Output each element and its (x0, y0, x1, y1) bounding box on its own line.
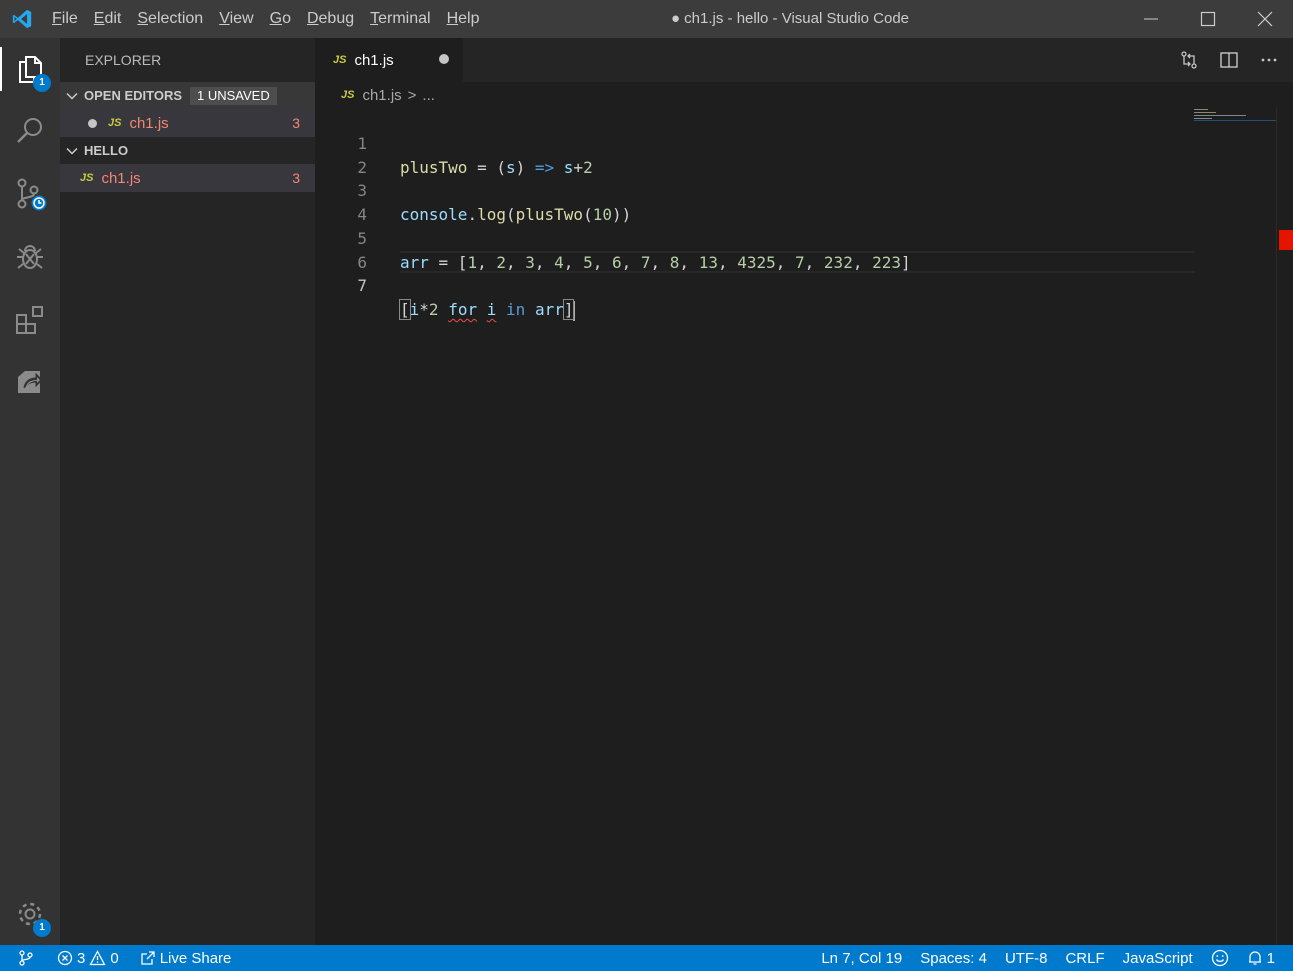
title-bar: File Edit Selection View Go Debug Termin… (0, 0, 1293, 38)
explorer-activity[interactable]: 1 (0, 43, 60, 95)
live-share-label: Live Share (159, 949, 232, 967)
notification-count: 1 (1266, 949, 1275, 967)
smiley-icon (1211, 949, 1228, 967)
menu-bar: File Edit Selection View Go Debug Termin… (44, 0, 488, 38)
unsaved-dot-icon[interactable] (439, 54, 449, 64)
unsaved-dot-icon (88, 118, 97, 128)
eol-status[interactable]: CRLF (1056, 945, 1113, 971)
breadcrumb-separator: > (407, 86, 417, 104)
minimize-button[interactable] (1122, 0, 1179, 38)
window-title: ● ch1.js - hello - Visual Studio Code (670, 10, 910, 27)
line-number: 7 (357, 276, 367, 295)
breadcrumb: JS ch1.js > ... (315, 82, 1293, 108)
code-line: 6 (315, 227, 1195, 272)
error-icon (57, 950, 73, 966)
breadcrumb-symbols[interactable]: ... (422, 87, 435, 104)
code-line: 1 plusTwo = (s) => s+2 (315, 108, 1195, 177)
vscode-logo-icon (0, 0, 44, 38)
menu-terminal[interactable]: Terminal (362, 0, 438, 38)
js-file-icon: JS (108, 117, 122, 129)
debug-activity[interactable] (0, 231, 60, 283)
split-editor-icon[interactable] (1219, 50, 1239, 70)
menu-go[interactable]: Go (262, 0, 299, 38)
sidebar-title: EXPLORER (85, 52, 162, 68)
minimap[interactable] (1194, 108, 1276, 128)
js-file-icon: JS (80, 172, 94, 184)
warning-count: 0 (110, 949, 119, 967)
source-control-icon (17, 178, 47, 211)
activity-bar: 1 1 (0, 38, 60, 945)
branch-icon (19, 950, 33, 966)
code-line: 7 [i*2 for i in arr] (315, 250, 1195, 321)
manage-activity[interactable]: 1 (0, 888, 60, 940)
js-file-icon: JS (341, 89, 355, 101)
code-line: 3 console.log(plusTwo(10)) (315, 155, 1195, 224)
chevron-down-icon (60, 90, 84, 102)
warning-icon (89, 950, 106, 966)
code-line: 4 (315, 179, 1195, 224)
menu-file[interactable]: File (44, 0, 86, 38)
js-file-icon: JS (333, 54, 347, 66)
more-actions-icon[interactable] (1259, 50, 1279, 70)
editor-actions (1179, 38, 1279, 82)
cursor-position[interactable]: Ln 7, Col 19 (812, 945, 911, 971)
open-editor-filename: ch1.js (129, 114, 169, 132)
language-mode[interactable]: JavaScript (1114, 945, 1202, 971)
maximize-button[interactable] (1179, 0, 1236, 38)
menu-help[interactable]: Help (439, 0, 488, 38)
explorer-badge: 1 (33, 74, 51, 92)
live-share-icon (18, 371, 43, 393)
indentation-status[interactable]: Spaces: 4 (911, 945, 996, 971)
explorer-sidebar: EXPLORER OPEN EDITORS 1 UNSAVED JS ch1.j… (60, 38, 315, 945)
folder-file-item[interactable]: JS ch1.js 3 (60, 164, 315, 192)
open-editors-label: OPEN EDITORS (84, 88, 183, 103)
tab-ch1-js[interactable]: JS ch1.js (315, 38, 463, 82)
breadcrumb-file[interactable]: ch1.js (362, 87, 401, 104)
settings-badge: 1 (33, 919, 51, 937)
live-share-status[interactable]: Live Share (128, 945, 241, 971)
folder-filename: ch1.js (101, 169, 141, 187)
encoding-status[interactable]: UTF-8 (996, 945, 1057, 971)
code-text: [i*2 for i in arr] (399, 299, 576, 321)
live-share-activity[interactable] (0, 356, 60, 408)
error-count: 3 (77, 949, 86, 967)
code-editor[interactable]: 1 plusTwo = (s) => s+2 2 3 console.log(p… (315, 108, 1293, 945)
folder-label: HELLO (84, 143, 129, 158)
open-editor-item[interactable]: JS ch1.js 3 (60, 109, 315, 137)
extensions-icon (16, 306, 43, 334)
source-control-activity[interactable] (0, 168, 60, 220)
menu-edit[interactable]: Edit (86, 0, 130, 38)
error-marker (1279, 230, 1293, 250)
search-icon (17, 118, 42, 143)
folder-header[interactable]: HELLO (60, 137, 315, 164)
menu-selection[interactable]: Selection (129, 0, 211, 38)
open-editors-header[interactable]: OPEN EDITORS 1 UNSAVED (60, 82, 315, 109)
chevron-down-icon (60, 145, 84, 157)
tab-label: ch1.js (354, 51, 394, 69)
debug-bug-icon (17, 245, 43, 269)
search-activity[interactable] (0, 104, 60, 156)
status-right: Ln 7, Col 19 Spaces: 4 UTF-8 CRLF JavaSc… (812, 945, 1293, 971)
notifications-button[interactable]: 1 (1238, 945, 1293, 971)
unsaved-badge: 1 UNSAVED (190, 86, 277, 105)
code-line: 2 (315, 132, 1195, 177)
problem-count: 3 (292, 115, 300, 131)
open-changes-icon[interactable] (1179, 50, 1199, 70)
close-window-button[interactable] (1236, 0, 1293, 38)
bell-icon (1248, 951, 1261, 965)
status-bar: 3 0 Live Share Ln 7, Col 19 Spaces: 4 UT… (0, 945, 1293, 971)
remote-status[interactable] (0, 945, 43, 971)
editor-tab-bar: JS ch1.js (315, 38, 1293, 82)
menu-view[interactable]: View (211, 0, 261, 38)
code-line: 5 arr = [1, 2, 3, 4, 5, 6, 7, 8, 13, 432… (315, 203, 1195, 272)
share-arrow-icon (141, 951, 155, 965)
problem-count: 3 (292, 170, 300, 186)
text-cursor (573, 300, 576, 321)
extensions-activity[interactable] (0, 294, 60, 346)
window-controls (1122, 0, 1293, 38)
feedback-button[interactable] (1202, 945, 1238, 971)
problems-status[interactable]: 3 0 (43, 945, 128, 971)
vertical-scrollbar[interactable] (1276, 108, 1293, 945)
menu-debug[interactable]: Debug (299, 0, 362, 38)
